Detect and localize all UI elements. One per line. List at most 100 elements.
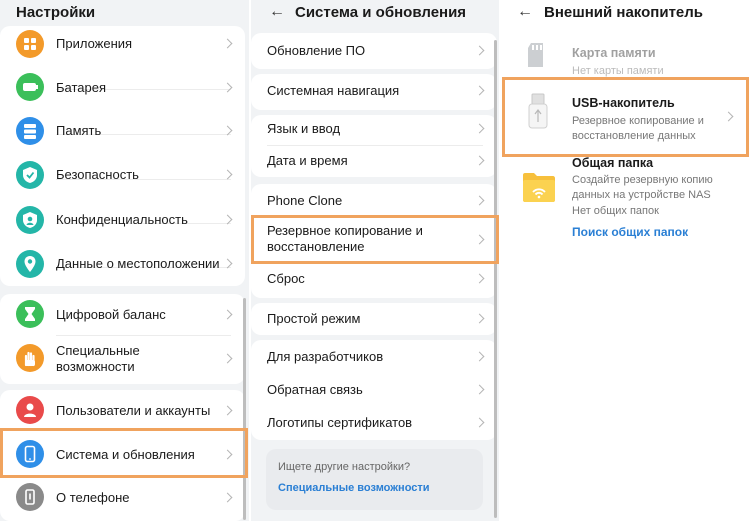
- page-title: Внешний накопитель: [544, 4, 704, 21]
- settings-group: Phone Clone Резервное копирование и восс…: [251, 184, 497, 298]
- chevron-right-icon: [474, 234, 485, 245]
- settings-group: Системная навигация: [251, 74, 497, 110]
- folder-wifi-icon: [521, 170, 557, 204]
- system-item-label: Для разработчиков: [267, 349, 384, 364]
- settings-item-security[interactable]: Безопасность: [0, 159, 245, 203]
- system-item-simple-mode[interactable]: Простой режим: [251, 303, 497, 335]
- settings-item-label: Цифровой баланс: [56, 307, 166, 322]
- chevron-right-icon: [474, 45, 485, 56]
- back-arrow-icon[interactable]: ←: [517, 3, 533, 21]
- storage-item-title: USB-накопитель: [572, 96, 675, 110]
- storage-item-title: Общая папка: [572, 156, 654, 170]
- battery-icon: [16, 73, 44, 101]
- settings-group: Обновление ПО: [251, 33, 497, 69]
- chevron-right-icon: [723, 111, 734, 122]
- settings-item-battery[interactable]: Батарея: [0, 70, 245, 114]
- settings-item-label: О телефоне: [56, 490, 130, 505]
- suggestion-link[interactable]: Специальные возможности: [278, 482, 430, 494]
- system-item-phone-clone[interactable]: Phone Clone: [251, 184, 497, 216]
- chevron-right-icon: [222, 309, 233, 320]
- system-item-label: Логотипы сертификатов: [267, 415, 413, 430]
- system-item-label: Обратная связь: [267, 382, 363, 397]
- storage-item-usb[interactable]: USB-накопитель Резервное копирование и в…: [501, 82, 750, 154]
- back-arrow-icon[interactable]: ←: [269, 3, 285, 21]
- chevron-right-icon: [474, 313, 485, 324]
- system-item-label: Резервное копирование и восстановление: [267, 223, 423, 254]
- storage-item-subtitle: Нет карты памяти: [572, 65, 664, 77]
- chevron-right-icon: [222, 38, 233, 49]
- storage-item-subtitle: Создайте резервную копию данных на устро…: [572, 174, 713, 201]
- storage-item-sd-card: Карта памяти Нет карты памяти: [501, 38, 750, 78]
- chevron-right-icon: [474, 273, 485, 284]
- chevron-right-icon: [474, 85, 485, 96]
- external-storage-panel: ← Внешний накопитель Карта памяти Нет ка…: [501, 0, 750, 521]
- system-item-update[interactable]: Обновление ПО: [251, 33, 497, 69]
- location-icon: [16, 250, 44, 278]
- scrollbar[interactable]: [243, 298, 246, 520]
- chevron-right-icon: [222, 169, 233, 180]
- settings-item-label: Приложения: [56, 36, 133, 51]
- system-item-datetime[interactable]: Дата и время: [251, 146, 497, 177]
- storage-item-subtitle: Резервное копирование и восстановление д…: [572, 115, 704, 142]
- settings-item-apps[interactable]: Приложения: [0, 26, 245, 62]
- chevron-right-icon: [222, 214, 233, 225]
- chevron-right-icon: [474, 417, 485, 428]
- system-item-label: Сброс: [267, 271, 305, 286]
- shield-icon: [16, 161, 44, 189]
- apps-icon: [16, 30, 44, 58]
- chevron-right-icon: [474, 195, 485, 206]
- storage-icon: [16, 117, 44, 145]
- storage-item-shared-folder[interactable]: Общая папка Создайте резервную копию дан…: [501, 154, 750, 249]
- settings-item-label: Специальные возможности: [56, 343, 140, 374]
- system-item-navigation[interactable]: Системная навигация: [251, 74, 497, 110]
- settings-group: Язык и ввод Дата и время: [251, 115, 497, 177]
- chevron-right-icon: [222, 492, 233, 503]
- hand-icon: [16, 344, 44, 372]
- settings-item-accessibility[interactable]: Специальные возможности: [0, 336, 245, 382]
- system-item-developer[interactable]: Для разработчиков: [251, 340, 497, 373]
- settings-item-label: Система и обновления: [56, 447, 195, 462]
- system-item-feedback[interactable]: Обратная связь: [251, 373, 497, 406]
- settings-group-1: Приложения Батарея Память Безопасность К…: [0, 26, 245, 286]
- suggestion-question: Ищете другие настройки?: [278, 461, 411, 473]
- scrollbar[interactable]: [494, 40, 497, 518]
- settings-item-privacy[interactable]: Конфиденциальность: [0, 203, 245, 247]
- search-shared-folders-link[interactable]: Поиск общих папок: [572, 225, 688, 239]
- chevron-right-icon: [222, 449, 233, 460]
- settings-item-storage[interactable]: Память: [0, 115, 245, 159]
- storage-item-status: Нет общих папок: [572, 205, 659, 217]
- settings-item-label: Конфиденциальность: [56, 212, 188, 227]
- settings-item-system[interactable]: Система и обновления: [0, 430, 245, 474]
- chevron-right-icon: [222, 258, 233, 269]
- system-item-label: Дата и время: [267, 153, 348, 168]
- chevron-right-icon: [222, 125, 233, 136]
- settings-item-label: Пользователи и аккаунты: [56, 403, 211, 418]
- system-item-label: Системная навигация: [267, 83, 400, 98]
- settings-item-digital-balance[interactable]: Цифровой баланс: [0, 294, 245, 334]
- system-panel: ← Система и обновления Обновление ПО Сис…: [251, 0, 499, 521]
- system-item-language[interactable]: Язык и ввод: [251, 115, 497, 145]
- settings-item-label: Память: [56, 123, 102, 138]
- system-item-reset[interactable]: Сброс: [251, 264, 497, 298]
- phone-icon: [16, 440, 44, 468]
- page-title: Система и обновления: [295, 4, 467, 21]
- settings-panel: Настройки Приложения Батарея Память Безо…: [0, 0, 249, 521]
- system-item-label: Простой режим: [267, 311, 361, 326]
- settings-group: Простой режим: [251, 303, 497, 335]
- user-icon: [16, 396, 44, 424]
- settings-item-label: Безопасность: [56, 167, 139, 182]
- settings-group-2: Цифровой баланс Специальные возможности: [0, 294, 245, 384]
- storage-item-title: Карта памяти: [572, 46, 656, 60]
- privacy-icon: [16, 206, 44, 234]
- settings-group-3: Пользователи и аккаунты Система и обновл…: [0, 390, 245, 521]
- info-icon: [16, 483, 44, 511]
- settings-item-label: Батарея: [56, 80, 107, 95]
- system-item-backup[interactable]: Резервное копирование и восстановление: [251, 218, 497, 262]
- settings-item-about[interactable]: О телефоне: [0, 480, 245, 520]
- chevron-right-icon: [222, 405, 233, 416]
- suggestion-card: Ищете другие настройки? Специальные возм…: [266, 449, 483, 510]
- settings-item-users[interactable]: Пользователи и аккаунты: [0, 390, 245, 430]
- system-item-certificates[interactable]: Логотипы сертификатов: [251, 406, 497, 439]
- system-item-label: Обновление ПО: [267, 43, 366, 58]
- settings-item-location[interactable]: Данные о местоположении: [0, 248, 245, 286]
